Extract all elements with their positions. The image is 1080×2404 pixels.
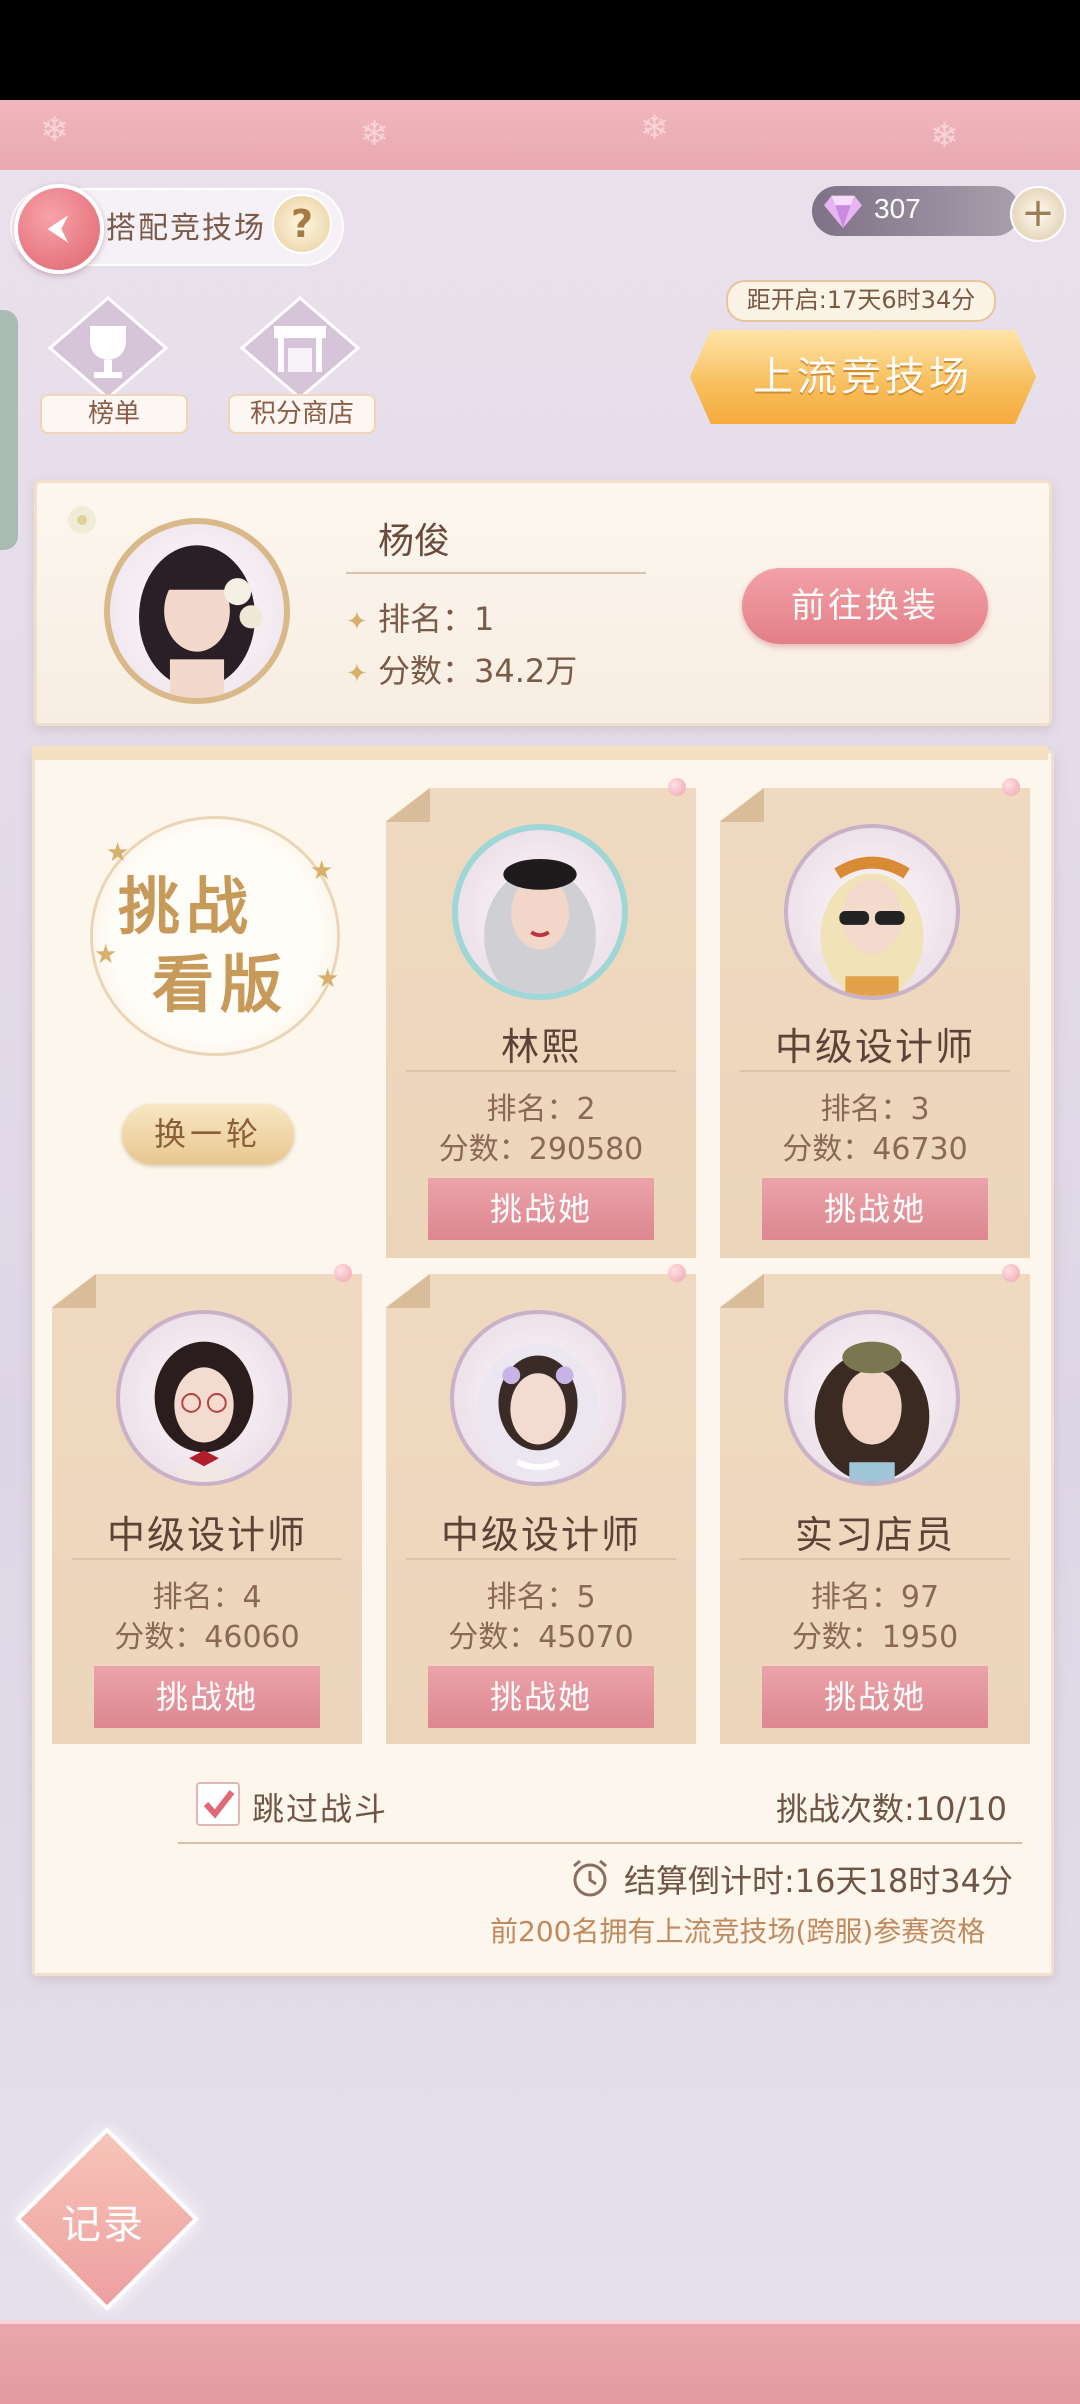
challenge-button[interactable]: 挑战她 bbox=[94, 1666, 320, 1728]
pin-icon bbox=[1002, 778, 1020, 796]
back-button[interactable] bbox=[14, 184, 104, 274]
opponent-avatar bbox=[116, 1310, 292, 1486]
pin-icon bbox=[334, 1264, 352, 1282]
challenge-button[interactable]: 挑战她 bbox=[762, 1666, 988, 1728]
girl-portrait-icon bbox=[139, 545, 263, 698]
sparkle-icon: ✦ bbox=[346, 659, 368, 689]
points-shop-button[interactable] bbox=[239, 296, 361, 404]
player-score: ✦ 分数：34.2万 bbox=[346, 646, 577, 692]
qualification-note: 前200名拥有上流竞技场(跨服)参赛资格 bbox=[490, 1915, 986, 1948]
status-bar bbox=[0, 0, 1080, 100]
opponent-score: 分数：46060 bbox=[114, 1620, 300, 1655]
checkmark-icon bbox=[203, 1790, 235, 1819]
opponent-rank: 排名：3 bbox=[820, 1092, 930, 1127]
card-divider bbox=[406, 1558, 676, 1560]
opponent-score: 分数：45070 bbox=[448, 1620, 634, 1655]
shop-icon bbox=[239, 296, 361, 400]
points-shop-label[interactable]: 积分商店 bbox=[228, 394, 376, 434]
snowflake-icon: ❄ bbox=[640, 108, 669, 148]
player-rank: ✦ 排名：1 bbox=[346, 594, 494, 640]
score-value: 34.2万 bbox=[473, 652, 578, 690]
snowflake-icon: ❄ bbox=[40, 110, 69, 150]
opponent-score: 分数：46730 bbox=[782, 1132, 968, 1167]
leaderboard-button[interactable] bbox=[47, 296, 169, 404]
opponent-score: 分数：1950 bbox=[791, 1620, 959, 1655]
side-edge-tab[interactable] bbox=[0, 310, 18, 550]
sparkle-icon: ✦ bbox=[346, 607, 368, 637]
card-divider bbox=[740, 1070, 1010, 1072]
skip-battle-label[interactable]: 跳过战斗 bbox=[252, 1784, 388, 1830]
panel-top-trim bbox=[32, 746, 1048, 760]
opponent-rank: 排名：2 bbox=[486, 1092, 596, 1127]
girl-portrait-icon bbox=[814, 1341, 930, 1482]
player-avatar bbox=[104, 518, 290, 704]
challenge-button[interactable]: 挑战她 bbox=[428, 1666, 654, 1728]
challenge-button[interactable]: 挑战她 bbox=[428, 1178, 654, 1240]
star-icon: ★ bbox=[310, 856, 334, 886]
settlement-countdown: 结算倒计时:16天18时34分 bbox=[624, 1862, 1013, 1900]
player-name: 杨俊 bbox=[378, 521, 451, 562]
card-divider bbox=[72, 1558, 342, 1560]
pin-icon bbox=[668, 778, 686, 796]
challenge-button[interactable]: 挑战她 bbox=[762, 1178, 988, 1240]
girl-portrait-icon bbox=[154, 1341, 254, 1482]
opponent-name: 中级设计师 bbox=[440, 1513, 641, 1557]
pin-icon bbox=[1002, 1264, 1020, 1282]
card-divider bbox=[740, 1558, 1010, 1560]
opponent-name: 林熙 bbox=[500, 1025, 581, 1069]
opponent-avatar bbox=[784, 1310, 960, 1486]
flower-decor-icon bbox=[68, 506, 96, 534]
skip-battle-checkbox[interactable] bbox=[196, 1782, 240, 1826]
challenge-attempts: 挑战次数:10/10 bbox=[776, 1790, 1008, 1828]
back-arrow-icon bbox=[47, 215, 69, 243]
opponent-rank: 排名：5 bbox=[486, 1580, 596, 1615]
badge-title-line2: 看版 bbox=[152, 948, 289, 1021]
record-label[interactable]: 记录 bbox=[58, 2192, 148, 2250]
girl-portrait-icon bbox=[484, 858, 596, 994]
open-countdown: 距开启:17天6时34分 bbox=[726, 280, 996, 322]
opponent-name: 实习店员 bbox=[794, 1513, 955, 1557]
opponent-score: 分数：290580 bbox=[438, 1132, 644, 1167]
snowflake-icon: ❄ bbox=[930, 116, 959, 156]
refresh-round-button[interactable]: 换一轮 bbox=[122, 1104, 294, 1164]
rank-label: 排名： bbox=[377, 600, 474, 638]
gem-count: 307 bbox=[874, 193, 921, 224]
rank-value: 1 bbox=[473, 600, 495, 638]
star-icon: ★ bbox=[94, 940, 118, 970]
girl-portrait-icon bbox=[820, 856, 924, 996]
page-title: 搭配竞技场 bbox=[106, 211, 266, 246]
snowflake-icon: ❄ bbox=[360, 114, 389, 154]
leaderboard-label[interactable]: 榜单 bbox=[40, 394, 188, 434]
star-icon: ★ bbox=[316, 964, 340, 994]
diamond-gem-icon bbox=[824, 195, 862, 229]
help-button[interactable]: ? bbox=[272, 194, 332, 254]
bottom-decor-strip bbox=[0, 2320, 1080, 2404]
pin-icon bbox=[668, 1264, 686, 1282]
add-gems-button[interactable]: + bbox=[1010, 186, 1066, 242]
premium-arena-button[interactable]: 上流竞技场 bbox=[690, 330, 1036, 424]
opponent-rank: 排名：97 bbox=[810, 1580, 940, 1615]
footer-divider bbox=[178, 1842, 1022, 1844]
trophy-icon bbox=[47, 296, 169, 400]
go-dressup-button[interactable]: 前往换装 bbox=[742, 568, 988, 644]
opponent-name: 中级设计师 bbox=[106, 1513, 307, 1557]
card-divider bbox=[406, 1070, 676, 1072]
star-icon: ★ bbox=[106, 838, 130, 868]
opponent-rank: 排名：4 bbox=[152, 1580, 262, 1615]
score-label: 分数： bbox=[377, 652, 474, 690]
alarm-clock-icon bbox=[573, 1859, 607, 1897]
opponent-avatar bbox=[784, 824, 960, 1000]
profile-divider bbox=[346, 572, 646, 574]
top-decor-strip: ❄ ❄ ❄ ❄ bbox=[0, 100, 1080, 170]
badge-title-line1: 挑战 bbox=[118, 870, 255, 943]
girl-portrait-icon bbox=[476, 1343, 600, 1482]
opponent-avatar bbox=[452, 824, 628, 1000]
opponent-avatar bbox=[450, 1310, 626, 1486]
opponent-name: 中级设计师 bbox=[774, 1025, 975, 1069]
